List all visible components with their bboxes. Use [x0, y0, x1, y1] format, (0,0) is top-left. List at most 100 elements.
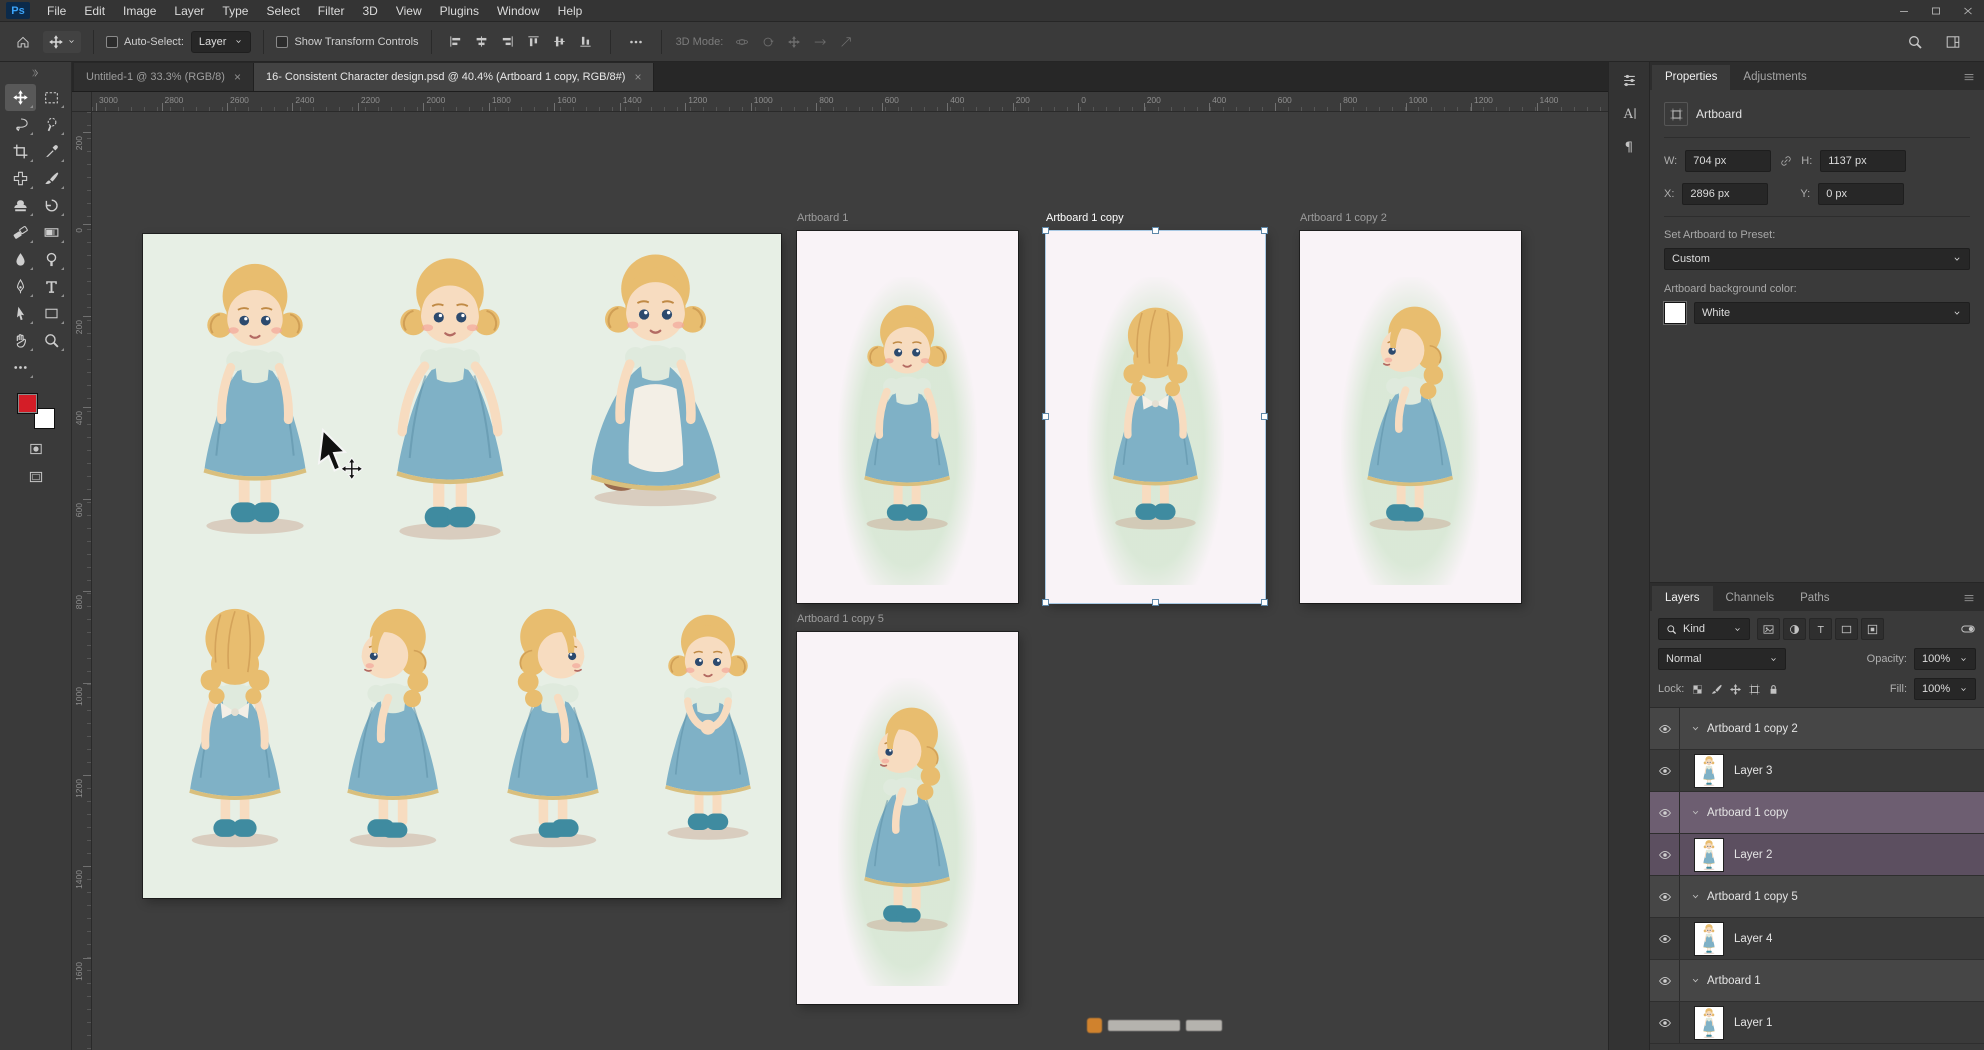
layer-filter-dropdown[interactable]: Kind	[1658, 618, 1750, 640]
quick-mask-button[interactable]	[28, 441, 44, 457]
eyedropper-tool[interactable]	[36, 138, 67, 165]
workspace-switcher-icon[interactable]	[1940, 29, 1966, 55]
artboard-label[interactable]: Artboard 1	[797, 212, 848, 224]
artboard-main[interactable]	[143, 234, 781, 898]
home-button[interactable]	[10, 29, 36, 55]
brush-tool[interactable]	[36, 165, 67, 192]
tab-adjustments[interactable]: Adjustments	[1730, 65, 1819, 90]
horizontal-ruler[interactable]: 3000280026002400220020001800160014001200…	[92, 92, 1608, 112]
align-left-edges-button[interactable]	[444, 30, 468, 54]
ruler-origin[interactable]	[72, 92, 92, 112]
chevron-down-icon[interactable]	[1690, 807, 1701, 818]
menu-3d[interactable]: 3D	[353, 0, 386, 22]
align-top-edges-button[interactable]	[522, 30, 546, 54]
clone-stamp-tool[interactable]	[5, 192, 36, 219]
align-horizontal-centers-button[interactable]	[470, 30, 494, 54]
panel-menu-icon[interactable]	[1962, 70, 1976, 84]
canvas[interactable]: Artboard 1 Artboard 1 copy Artboard 1 co…	[92, 112, 1608, 1050]
menu-edit[interactable]: Edit	[75, 0, 114, 22]
layer-row[interactable]: Layer 3	[1650, 750, 1984, 792]
layer-thumbnail[interactable]	[1694, 838, 1724, 872]
paragraph-panel-icon[interactable]: ¶	[1621, 138, 1638, 155]
restore-button[interactable]	[1920, 0, 1952, 22]
menu-type[interactable]: Type	[213, 0, 257, 22]
close-tab-icon[interactable]: ×	[234, 70, 241, 84]
panel-menu-icon[interactable]	[1962, 591, 1976, 605]
menu-plugins[interactable]: Plugins	[431, 0, 488, 22]
filter-toggle-icon[interactable]	[1960, 621, 1976, 637]
document-tab[interactable]: 16- Consistent Character design.psd @ 40…	[254, 63, 655, 91]
gradient-tool[interactable]	[36, 219, 67, 246]
selection-handle[interactable]	[1261, 599, 1268, 606]
visibility-toggle[interactable]	[1650, 960, 1680, 1001]
zoom-tool[interactable]	[36, 327, 67, 354]
artboard-1-copy-5[interactable]	[797, 632, 1018, 1004]
height-input[interactable]: 1137 px	[1820, 150, 1906, 172]
close-tab-icon[interactable]: ×	[634, 70, 641, 84]
chevron-down-icon[interactable]	[1690, 891, 1701, 902]
auto-select-target-dropdown[interactable]: Layer	[191, 31, 252, 53]
path-selection-tool[interactable]	[5, 300, 36, 327]
visibility-toggle[interactable]	[1650, 750, 1680, 791]
menu-help[interactable]: Help	[549, 0, 592, 22]
menu-view[interactable]: View	[387, 0, 431, 22]
layer-row-artboard[interactable]: Artboard 1 copy	[1650, 792, 1984, 834]
selection-handle[interactable]	[1261, 413, 1268, 420]
selection-handle[interactable]	[1042, 227, 1049, 234]
minimize-button[interactable]	[1888, 0, 1920, 22]
visibility-toggle[interactable]	[1650, 708, 1680, 749]
artboard-1-copy-2[interactable]	[1300, 231, 1521, 603]
filter-type-layers-button[interactable]: T	[1809, 618, 1832, 640]
lock-image-pixels-button[interactable]	[1710, 683, 1723, 696]
toolbar-collapse-icon[interactable]	[30, 66, 42, 80]
layer-row-artboard[interactable]: Artboard 1	[1650, 960, 1984, 1002]
layer-row-artboard[interactable]: Artboard 1 copy 5	[1650, 876, 1984, 918]
blend-mode-dropdown[interactable]: Normal	[1658, 648, 1786, 670]
align-bottom-edges-button[interactable]	[574, 30, 598, 54]
move-tool[interactable]	[5, 84, 36, 111]
selection-handle[interactable]	[1261, 227, 1268, 234]
rectangular-marquee-tool[interactable]	[36, 84, 67, 111]
more-align-options-button[interactable]	[623, 29, 649, 55]
artboard-label[interactable]: Artboard 1 copy 5	[797, 613, 884, 625]
lock-transparent-pixels-button[interactable]	[1691, 683, 1704, 696]
quick-selection-tool[interactable]	[36, 111, 67, 138]
artboard-1-copy[interactable]	[1046, 231, 1265, 603]
link-dimensions-icon[interactable]	[1779, 154, 1793, 168]
visibility-toggle[interactable]	[1650, 834, 1680, 875]
type-tool[interactable]	[36, 273, 67, 300]
tab-properties[interactable]: Properties	[1652, 65, 1730, 90]
chevron-down-icon[interactable]	[1690, 723, 1701, 734]
menu-select[interactable]: Select	[257, 0, 308, 22]
layer-row[interactable]: Layer 1	[1650, 1002, 1984, 1044]
menu-image[interactable]: Image	[114, 0, 165, 22]
menu-window[interactable]: Window	[488, 0, 549, 22]
layer-row-artboard[interactable]: Artboard 1 copy 2	[1650, 708, 1984, 750]
character-panel-icon[interactable]: A	[1621, 105, 1638, 122]
tool-preset-picker[interactable]	[43, 31, 81, 53]
filter-smart-objects-button[interactable]	[1861, 618, 1884, 640]
selection-handle[interactable]	[1042, 413, 1049, 420]
visibility-toggle[interactable]	[1650, 1002, 1680, 1043]
y-input[interactable]: 0 px	[1818, 183, 1904, 205]
foreground-color-swatch[interactable]	[17, 393, 38, 414]
layer-row[interactable]: Layer 4	[1650, 918, 1984, 960]
edit-toolbar-tool[interactable]	[5, 354, 36, 381]
blur-tool[interactable]	[5, 246, 36, 273]
chevron-down-icon[interactable]	[1690, 975, 1701, 986]
align-right-edges-button[interactable]	[496, 30, 520, 54]
pen-tool[interactable]	[5, 273, 36, 300]
preset-dropdown[interactable]: Custom	[1664, 248, 1970, 270]
width-input[interactable]: 704 px	[1685, 150, 1771, 172]
menu-layer[interactable]: Layer	[165, 0, 213, 22]
align-vertical-centers-button[interactable]	[548, 30, 572, 54]
selection-handle[interactable]	[1042, 599, 1049, 606]
filter-pixel-layers-button[interactable]	[1757, 618, 1780, 640]
dodge-tool[interactable]	[36, 246, 67, 273]
selection-handle[interactable]	[1152, 599, 1159, 606]
background-color-swatch[interactable]	[1664, 302, 1686, 324]
screen-mode-button[interactable]	[28, 469, 44, 485]
show-transform-checkbox[interactable]: Show Transform Controls	[276, 36, 418, 48]
x-input[interactable]: 2896 px	[1682, 183, 1768, 205]
spot-healing-brush-tool[interactable]	[5, 165, 36, 192]
